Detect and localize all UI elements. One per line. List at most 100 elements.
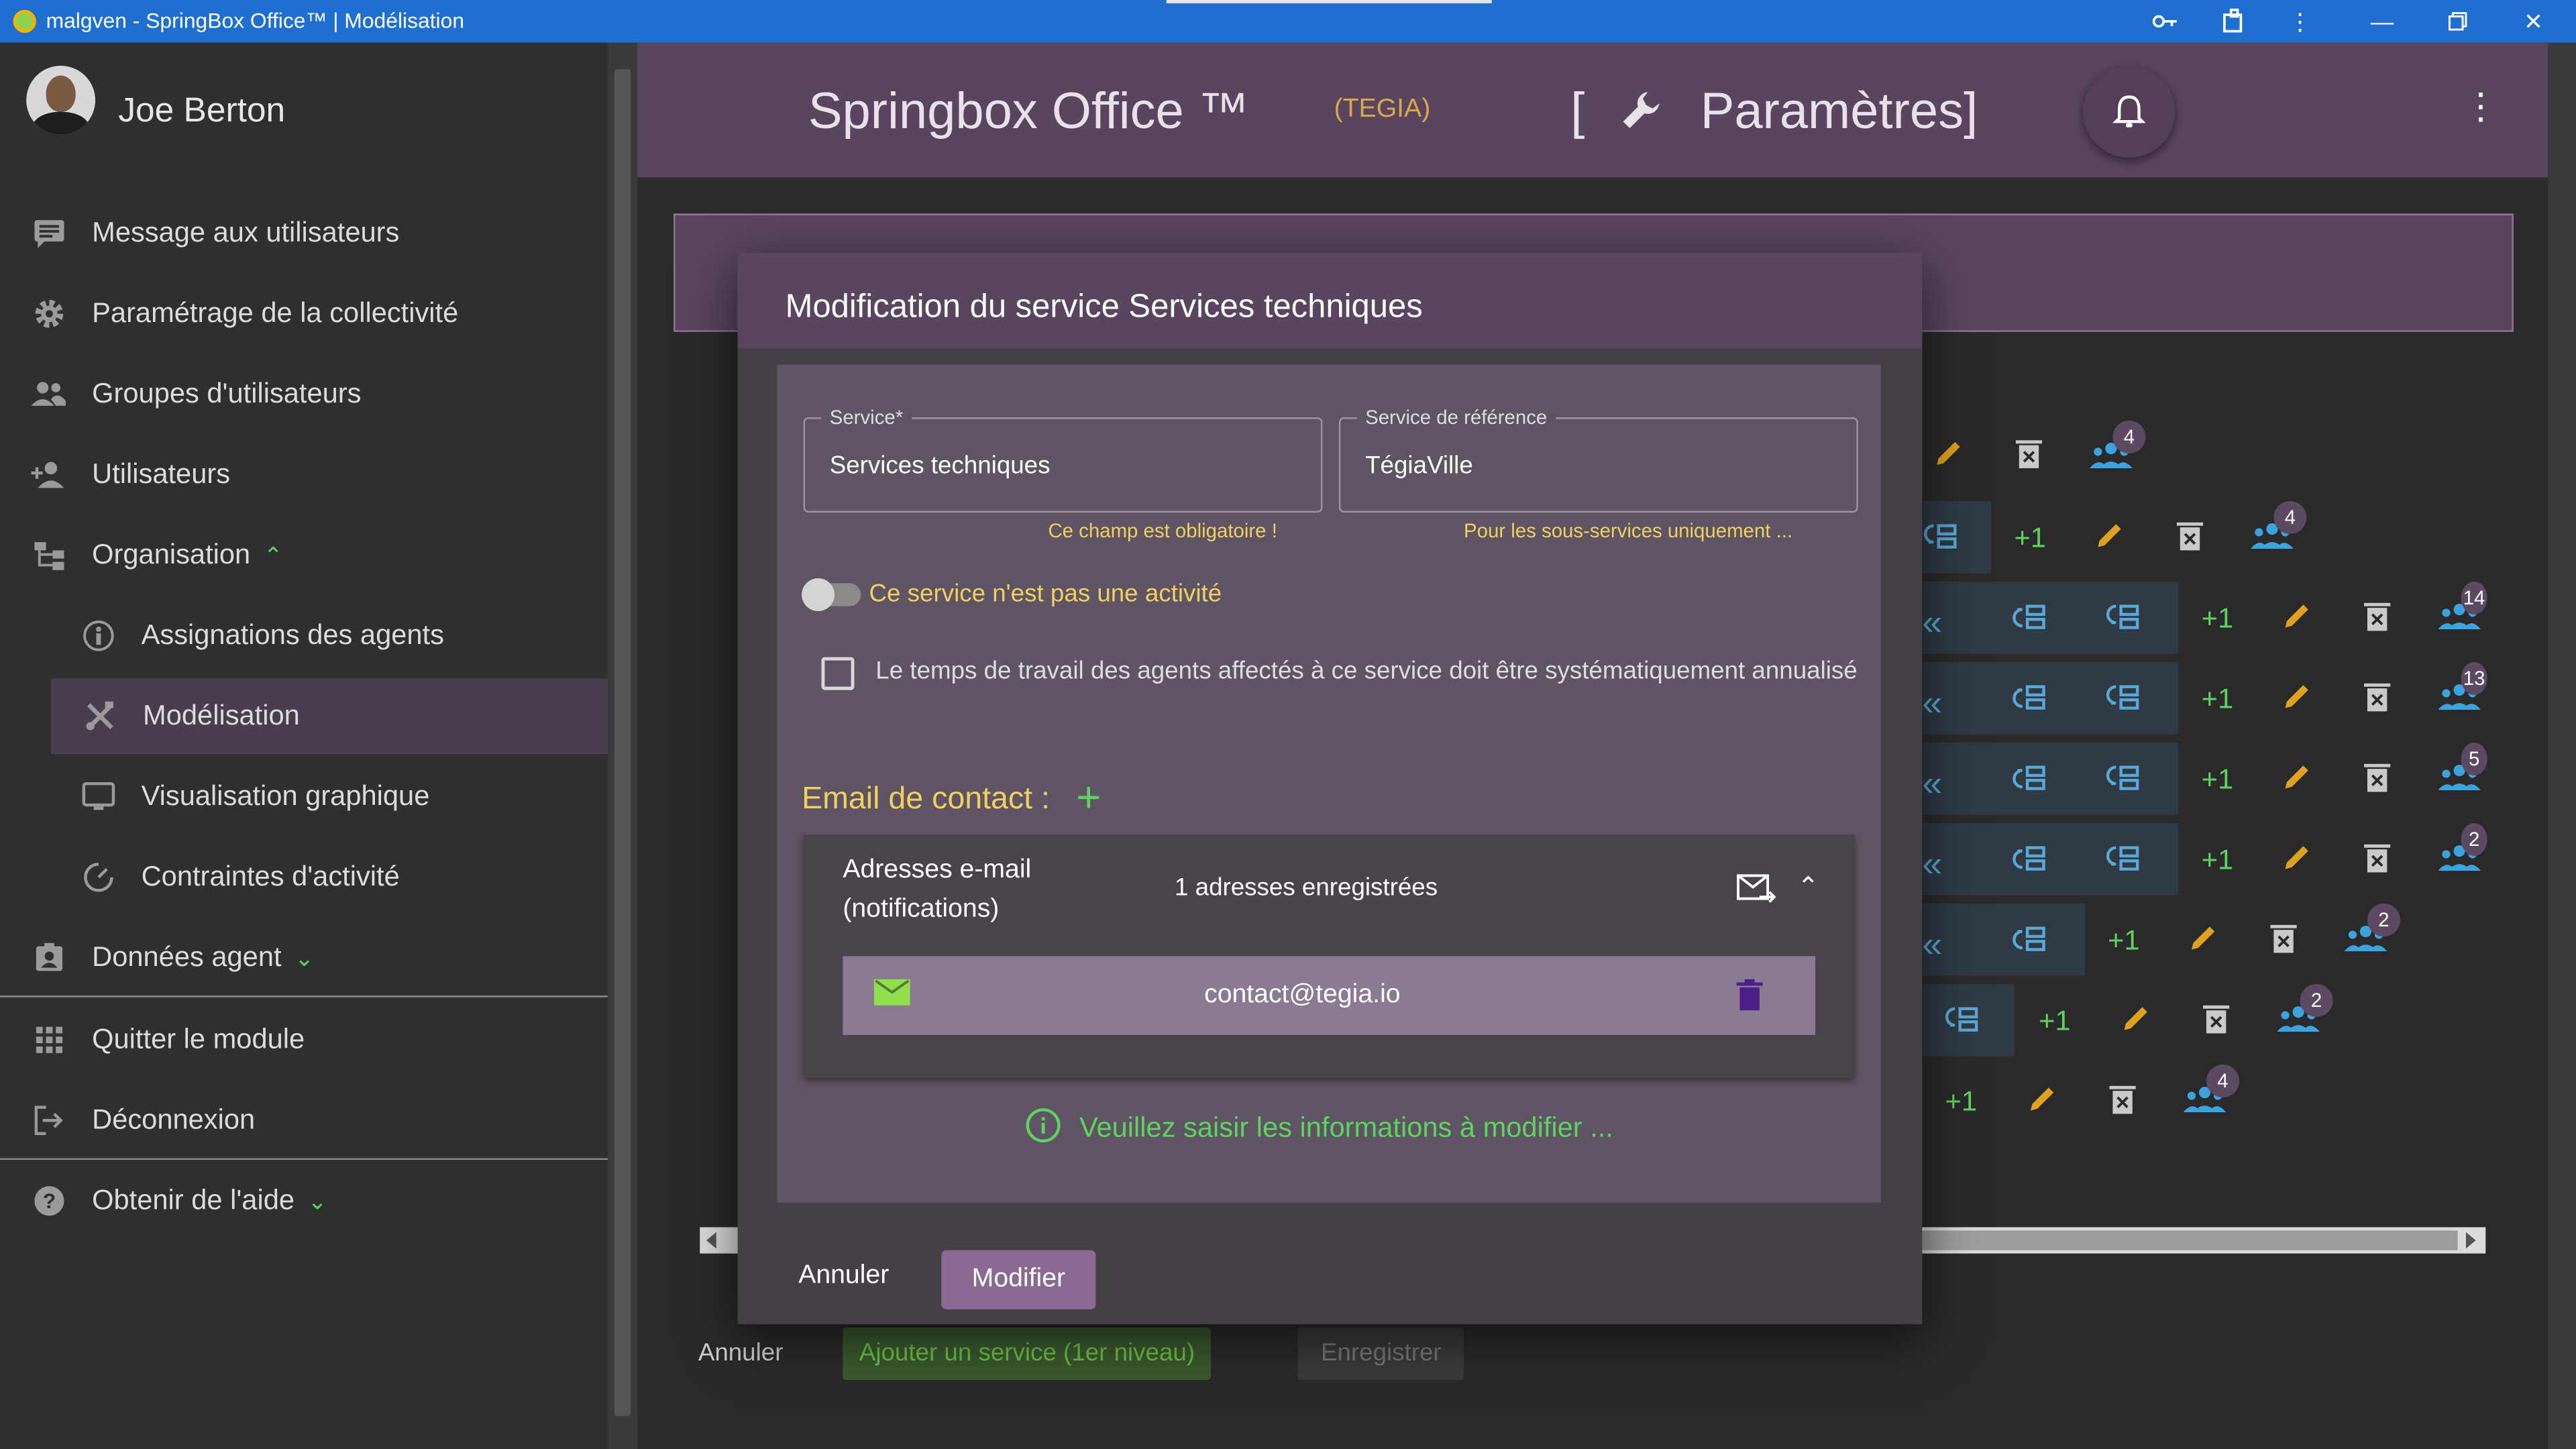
agents-count-badge: 2: [2367, 903, 2400, 936]
add-subservice-button[interactable]: +1: [2202, 845, 2233, 877]
add-email-button[interactable]: +: [1076, 772, 1101, 823]
add-subservice-button[interactable]: +1: [1945, 1086, 1977, 1119]
sidebar-item-visualisation[interactable]: Visualisation graphique: [0, 759, 608, 835]
cancel-button[interactable]: Annuler: [682, 1328, 800, 1380]
edit-icon[interactable]: [1932, 437, 1965, 478]
delete-icon[interactable]: [2014, 437, 2043, 478]
move-up-service-icon[interactable]: [2011, 761, 2047, 802]
add-subservice-button[interactable]: +1: [2202, 603, 2233, 636]
move-service-icon[interactable]: [2104, 761, 2141, 802]
minimize-icon[interactable]: —: [2349, 0, 2415, 43]
move-service-icon[interactable]: [1922, 519, 1958, 560]
collapse-chevron-up-icon[interactable]: ⌃: [1797, 871, 1819, 904]
more-menu-icon[interactable]: ⋮: [2461, 85, 2501, 134]
sidebar-item-groupes[interactable]: Groupes d'utilisateurs: [0, 356, 608, 432]
double-chevron-left-icon[interactable]: «: [1922, 682, 1942, 724]
add-subservice-button[interactable]: +1: [2202, 764, 2233, 797]
delete-icon[interactable]: [2363, 841, 2392, 882]
service-field[interactable]: Service* Services techniques: [803, 405, 1323, 513]
sidebar-item-assignations[interactable]: Assignations des agents: [0, 598, 608, 674]
move-up-service-icon[interactable]: [2011, 680, 2047, 721]
agents-count-badge: 5: [2461, 742, 2487, 775]
gear-icon: [30, 294, 69, 333]
avatar[interactable]: [26, 65, 96, 135]
maximize-icon[interactable]: [2425, 0, 2491, 43]
tools-icon: [80, 696, 120, 736]
move-service-icon[interactable]: [1943, 1002, 1980, 1043]
scroll-left-arrow-icon[interactable]: [706, 1232, 716, 1249]
edit-icon[interactable]: [2280, 841, 2313, 882]
browser-menu-icon[interactable]: ⋮: [2267, 0, 2333, 43]
double-chevron-left-icon[interactable]: «: [1922, 762, 1942, 805]
brand-subtitle: (TEGIA): [1334, 95, 1431, 123]
not-activity-toggle[interactable]: [802, 578, 861, 612]
move-service-icon[interactable]: [2104, 841, 2141, 882]
service-field-value: Services techniques: [829, 451, 1051, 480]
forward-email-icon[interactable]: [1737, 872, 1776, 913]
delete-icon[interactable]: [2202, 1002, 2231, 1043]
sidebar-item-label: Contraintes d'activité: [141, 861, 400, 892]
edit-icon[interactable]: [2187, 922, 2220, 963]
move-up-service-icon[interactable]: [2011, 600, 2047, 641]
sidebar-item-label: Utilisateurs: [92, 458, 231, 490]
horizontal-scrollbar-thumb[interactable]: [1922, 1230, 2458, 1250]
sidebar-item-donnees-agent[interactable]: Données agent ⌄: [0, 920, 608, 996]
add-subservice-button[interactable]: +1: [2039, 1006, 2070, 1038]
agents-count-badge: 2: [2461, 822, 2487, 856]
toggle-knob[interactable]: [802, 578, 835, 612]
add-subservice-button[interactable]: +1: [2108, 925, 2139, 958]
move-up-service-icon[interactable]: [2011, 841, 2047, 882]
delete-icon[interactable]: [2363, 761, 2392, 802]
double-chevron-left-icon[interactable]: «: [1922, 601, 1942, 644]
edit-icon[interactable]: [2026, 1083, 2059, 1124]
sidebar-item-message[interactable]: Message aux utilisateurs: [0, 195, 608, 271]
main-scrollbar[interactable]: [2548, 42, 2576, 1449]
move-service-icon[interactable]: [2104, 600, 2141, 641]
sidebar-item-modelisation[interactable]: Modélisation: [50, 678, 608, 755]
svg-text:?: ?: [43, 1189, 56, 1213]
move-service-icon[interactable]: [2104, 680, 2141, 721]
key-icon[interactable]: [2133, 0, 2198, 43]
sidebar-scrollbar-thumb[interactable]: [614, 68, 631, 1417]
sidebar-scrollbar[interactable]: [608, 42, 638, 1449]
sidebar-item-parametrage[interactable]: Paramétrage de la collectivité: [0, 276, 608, 352]
annualise-checkbox[interactable]: [821, 657, 855, 690]
edit-icon[interactable]: [2093, 519, 2126, 560]
delete-icon[interactable]: [2269, 922, 2298, 963]
move-up-service-icon[interactable]: [2011, 922, 2047, 963]
extensions-icon[interactable]: [2202, 0, 2267, 43]
edit-icon[interactable]: [2280, 600, 2313, 641]
user-name: Joe Berton: [118, 92, 286, 130]
save-button[interactable]: Enregistrer: [1297, 1327, 1464, 1381]
sidebar-item-contraintes[interactable]: Contraintes d'activité: [0, 839, 608, 915]
sidebar-item-label: Données agent: [92, 941, 282, 973]
scroll-right-arrow-icon[interactable]: [2465, 1232, 2476, 1249]
reference-service-field[interactable]: Service de référence TégiaVille: [1338, 405, 1858, 513]
agents-count-badge: 4: [2273, 500, 2307, 534]
sidebar-item-deconnexion[interactable]: Déconnexion: [0, 1083, 608, 1159]
dialog-cancel-button[interactable]: Annuler: [798, 1262, 889, 1291]
delete-icon[interactable]: [2363, 600, 2392, 641]
add-subservice-button[interactable]: +1: [2202, 684, 2233, 716]
add-service-button[interactable]: Ajouter un service (1er niveau): [843, 1327, 1212, 1381]
dialog-title: Modification du service Services techniq…: [785, 289, 1423, 325]
edit-icon[interactable]: [2280, 761, 2313, 802]
double-chevron-left-icon[interactable]: «: [1922, 843, 1942, 885]
notifications-button[interactable]: [2083, 65, 2176, 158]
sidebar-item-organisation[interactable]: Organisation ⌃: [0, 517, 608, 593]
add-subservice-button[interactable]: +1: [2014, 523, 2045, 555]
delete-icon[interactable]: [2363, 680, 2392, 721]
edit-icon[interactable]: [2280, 680, 2313, 721]
delete-email-icon[interactable]: [1736, 979, 1763, 1020]
contact-email-title: Email de contact :: [802, 782, 1050, 817]
delete-icon[interactable]: [2108, 1083, 2137, 1124]
delete-icon[interactable]: [2175, 519, 2204, 560]
sidebar-item-aide[interactable]: ? Obtenir de l'aide ⌄: [0, 1163, 608, 1239]
sidebar-item-quitter[interactable]: Quitter le module: [0, 1002, 608, 1078]
service-label-text: Service: [829, 405, 896, 429]
double-chevron-left-icon[interactable]: «: [1922, 923, 1942, 966]
edit-icon[interactable]: [2119, 1002, 2152, 1043]
close-icon[interactable]: ✕: [2500, 0, 2566, 43]
dialog-submit-button[interactable]: Modifier: [941, 1250, 1096, 1309]
sidebar-item-utilisateurs[interactable]: Utilisateurs: [0, 437, 608, 513]
